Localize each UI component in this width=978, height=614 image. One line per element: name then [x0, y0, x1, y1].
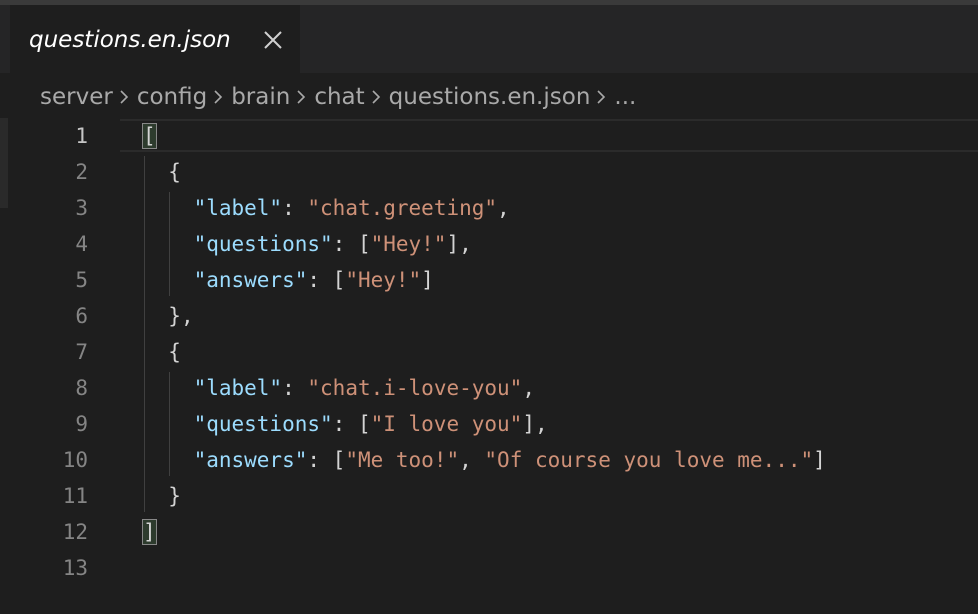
json-punctuation: , — [522, 376, 535, 400]
json-punctuation: , — [497, 196, 510, 220]
breadcrumb: server config brain chat questions.en.json..… — [40, 82, 636, 112]
json-key: "questions" — [193, 232, 333, 256]
line-number: 8 — [75, 376, 88, 400]
editor-window: questions.en.json server config brain chat q… — [0, 0, 978, 614]
code-line[interactable]: 1[ — [0, 118, 978, 154]
line-number: 12 — [62, 520, 88, 544]
indent-guide — [144, 156, 145, 512]
json-string: "I love you" — [370, 412, 523, 436]
json-key: "answers" — [193, 268, 308, 292]
code-line[interactable]: 4 "questions": ["Hey!"], — [0, 226, 978, 262]
code-text: [ — [142, 121, 157, 151]
json-punctuation: ] — [142, 519, 157, 545]
json-string: "chat.i-love-you" — [307, 376, 523, 400]
json-punctuation: : [ — [307, 268, 346, 292]
code-line[interactable]: 2 { — [0, 154, 978, 190]
line-number: 13 — [62, 556, 88, 580]
code-line[interactable]: 13 — [0, 550, 978, 586]
code-text: "answers": ["Me too!", "Of course you lo… — [143, 445, 826, 475]
breadcrumb-item[interactable]: ... — [614, 84, 636, 110]
line-number: 10 — [62, 448, 88, 472]
json-punctuation: } — [168, 484, 181, 508]
json-string: "chat.greeting" — [307, 196, 498, 220]
json-string: "Me too!" — [345, 448, 460, 472]
code-text: "answers": ["Hey!"] — [143, 265, 434, 295]
code-text: "label": "chat.greeting", — [143, 193, 510, 223]
code-text: "questions": ["I love you"], — [143, 409, 548, 439]
line-number: 1 — [75, 124, 88, 148]
code-line[interactable]: 6 }, — [0, 298, 978, 334]
tab-questions-en-json[interactable]: questions.en.json — [10, 5, 300, 73]
line-number: 6 — [75, 304, 88, 328]
json-punctuation: { — [168, 340, 181, 364]
breadcrumb-item[interactable]: config — [137, 84, 207, 110]
json-string: "Of course you love me..." — [484, 448, 814, 472]
close-icon[interactable] — [261, 28, 285, 52]
json-punctuation: : — [282, 196, 308, 220]
json-punctuation: [ — [142, 123, 157, 149]
code-text: { — [143, 157, 181, 187]
chevron-right-icon — [207, 82, 231, 112]
line-number: 9 — [75, 412, 88, 436]
json-punctuation: ], — [522, 412, 548, 436]
json-key: "questions" — [193, 412, 333, 436]
indent-guide — [169, 192, 171, 296]
json-punctuation: ], — [446, 232, 472, 256]
line-number: 2 — [75, 160, 88, 184]
breadcrumb-item[interactable]: questions.en.json — [389, 84, 591, 110]
code-line[interactable]: 7 { — [0, 334, 978, 370]
code-line[interactable]: 3 "label": "chat.greeting", — [0, 190, 978, 226]
json-punctuation: ] — [421, 268, 434, 292]
line-number: 3 — [75, 196, 88, 220]
code-text: }, — [143, 301, 194, 331]
code-text: "label": "chat.i-love-you", — [143, 373, 535, 403]
json-string: "Hey!" — [345, 268, 422, 292]
chevron-right-icon — [590, 82, 614, 112]
chevron-right-icon — [365, 82, 389, 112]
json-key: "label" — [193, 196, 283, 220]
json-punctuation: : [ — [307, 448, 346, 472]
chevron-right-icon — [290, 82, 314, 112]
code-text: } — [143, 481, 181, 511]
line-number: 7 — [75, 340, 88, 364]
json-key: "label" — [193, 376, 283, 400]
json-string: "Hey!" — [370, 232, 447, 256]
tab-title: questions.en.json — [29, 27, 231, 53]
code-line[interactable]: 9 "questions": ["I love you"], — [0, 406, 978, 442]
code-line[interactable]: 10 "answers": ["Me too!", "Of course you… — [0, 442, 978, 478]
json-punctuation: , — [459, 448, 485, 472]
json-punctuation: }, — [168, 304, 194, 328]
json-punctuation: : — [282, 376, 308, 400]
line-number: 5 — [75, 268, 88, 292]
json-punctuation: : [ — [332, 232, 371, 256]
code-text: "questions": ["Hey!"], — [143, 229, 472, 259]
code-line[interactable]: 11 } — [0, 478, 978, 514]
code-line[interactable]: 8 "label": "chat.i-love-you", — [0, 370, 978, 406]
json-key: "answers" — [193, 448, 308, 472]
code-editor[interactable]: 1[2 {3 "label": "chat.greeting", 4 "quest… — [0, 118, 978, 614]
code-line[interactable]: 5 "answers": ["Hey!"] — [0, 262, 978, 298]
json-punctuation: ] — [813, 448, 826, 472]
json-punctuation: { — [168, 160, 181, 184]
breadcrumb-item[interactable]: brain — [231, 84, 290, 110]
line-number: 4 — [75, 232, 88, 256]
indent-guide — [169, 372, 171, 476]
code-line[interactable]: 12] — [0, 514, 978, 550]
line-number: 11 — [62, 484, 88, 508]
breadcrumb-item[interactable]: server — [40, 84, 113, 110]
breadcrumb-item[interactable]: chat — [314, 84, 364, 110]
code-text: { — [143, 337, 181, 367]
tab-bar: questions.en.json — [0, 5, 978, 73]
code-text: ] — [142, 517, 157, 547]
chevron-right-icon — [113, 82, 137, 112]
json-punctuation: : [ — [332, 412, 371, 436]
